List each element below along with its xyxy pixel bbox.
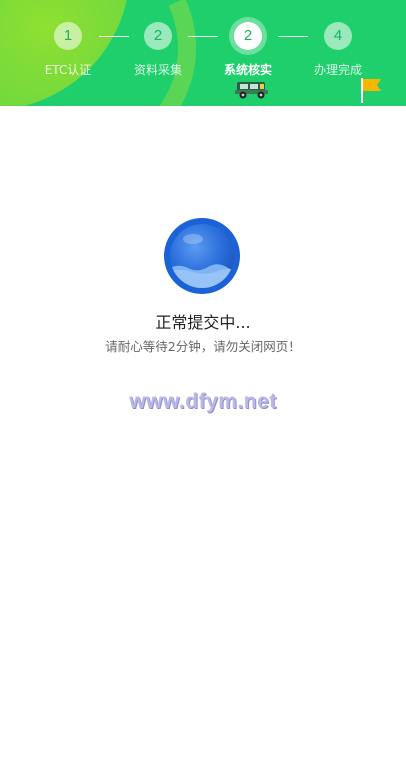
step-connector-1 — [99, 36, 129, 37]
step-4-label: 办理完成 — [313, 63, 362, 77]
step-2-number: 2 — [144, 22, 172, 50]
step-2-label: 资料采集 — [133, 63, 182, 77]
step-connector-3 — [278, 36, 308, 37]
watermark: www.dfym.net — [129, 390, 277, 413]
step-1-label: ETC认证 — [44, 63, 92, 77]
status-title: 正常提交中... — [155, 313, 251, 332]
step-4: 4 办理完成 — [308, 22, 368, 78]
step-2: 2 资料采集 — [128, 22, 188, 78]
progress-header: 1 ETC认证 2 资料采集 2 系统核实 4 办理完成 — [0, 0, 406, 106]
step-1-number: 1 — [54, 22, 82, 50]
step-connector-2 — [188, 36, 218, 37]
car-icon — [235, 82, 268, 99]
status-subtitle: 请耐心等待2分钟，请勿关闭网页！ — [105, 339, 301, 354]
step-3-number: 2 — [234, 22, 262, 50]
flag-icon — [361, 78, 381, 103]
loading-orb-icon — [164, 218, 240, 294]
step-3: 2 系统核实 — [218, 22, 278, 78]
step-1: 1 ETC认证 — [38, 22, 98, 78]
step-4-number: 4 — [324, 22, 352, 50]
step-3-label: 系统核实 — [223, 63, 272, 77]
header-decoration-arc — [0, 0, 230, 106]
page: 1 ETC认证 2 资料采集 2 系统核实 4 办理完成 正常提交中... 请耐… — [0, 0, 406, 778]
